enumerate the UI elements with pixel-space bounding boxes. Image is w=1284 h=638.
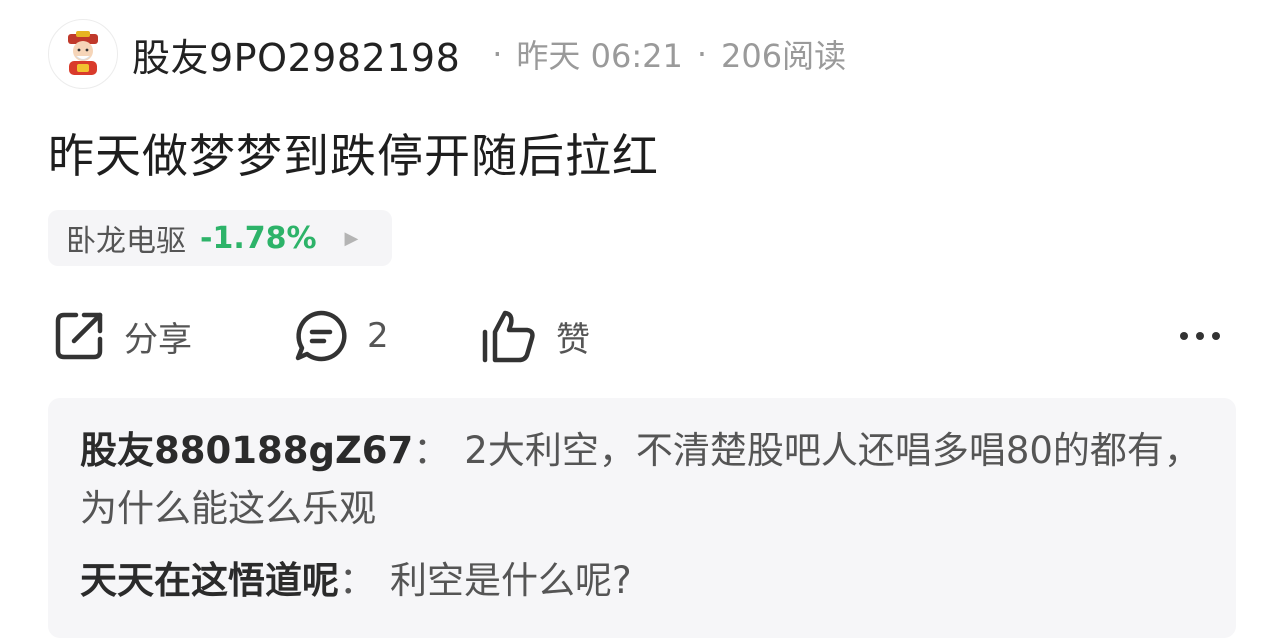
more-dots-icon [1196, 332, 1204, 340]
comments-preview[interactable]: 股友880188gZ67： 2大利空，不清楚股吧人还唱多唱80的都有，为什么能这么… [48, 398, 1236, 638]
comment-icon [295, 310, 347, 362]
meta-separator: · [492, 35, 503, 73]
comment-colon: ： [413, 429, 451, 472]
avatar[interactable] [48, 19, 118, 89]
thumbs-up-icon [482, 310, 535, 363]
comment-button[interactable]: 2 [293, 300, 389, 372]
like-label: 赞 [556, 319, 590, 360]
comment-user[interactable]: 股友880188gZ67 [80, 429, 413, 472]
comment-text: 利空是什么呢? [390, 559, 632, 602]
post-header: 股友9PO2982198 · 昨天 06:21 · 206阅读 [48, 18, 846, 90]
author-name[interactable]: 股友9PO2982198 [132, 27, 460, 82]
comment-item[interactable]: 天天在这悟道呢： 利空是什么呢? [80, 552, 1204, 610]
read-count: 206阅读 [721, 37, 847, 75]
triangle-right-icon: ▶ [344, 227, 359, 249]
more-dots-icon [1212, 332, 1220, 340]
stock-change: -1.78% [200, 220, 317, 256]
like-button[interactable]: 赞 [480, 300, 590, 372]
comment-user[interactable]: 天天在这悟道呢 [80, 559, 339, 602]
comment-item[interactable]: 股友880188gZ67： 2大利空，不清楚股吧人还唱多唱80的都有，为什么能这么… [80, 422, 1204, 538]
share-icon [55, 312, 103, 360]
stock-tag[interactable]: 卧龙电驱 -1.78% ▶ [48, 210, 392, 266]
post-meta: · 昨天 06:21 · 206阅读 [478, 31, 846, 77]
stock-name: 卧龙电驱 [66, 224, 186, 259]
comment-colon: ： [339, 559, 376, 602]
share-button[interactable]: 分享 [52, 300, 192, 372]
more-button[interactable] [1180, 300, 1220, 372]
post-time: 昨天 06:21 [516, 37, 683, 75]
more-dots-icon [1180, 332, 1188, 340]
meta-separator: · [696, 35, 707, 73]
post-title[interactable]: 昨天做梦梦到跌停开随后拉红 [48, 120, 659, 186]
caishen-avatar-icon [68, 31, 98, 75]
comment-count: 2 [367, 316, 389, 356]
action-bar: 分享 2 赞 [0, 300, 1284, 372]
share-label: 分享 [124, 319, 192, 360]
